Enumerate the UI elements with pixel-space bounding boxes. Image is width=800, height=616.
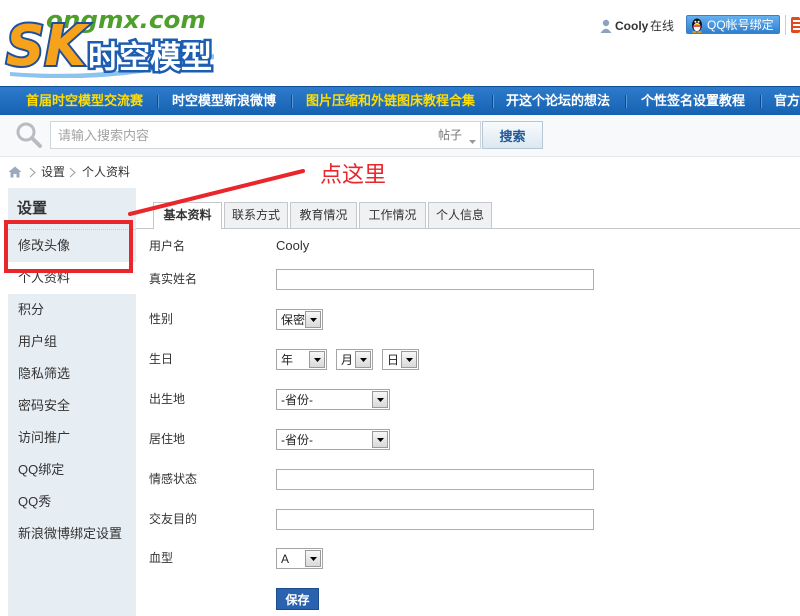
nav-separator [492, 95, 494, 108]
blood-type-selected: A [281, 552, 290, 566]
chevron-down-icon [469, 133, 476, 144]
residence-label: 居住地 [149, 432, 186, 446]
tab-work[interactable]: 工作情况 [359, 202, 426, 228]
search-scope-dropdown[interactable]: 帖子 [433, 122, 480, 148]
select-arrow-icon [355, 351, 371, 368]
tab-contact[interactable]: 联系方式 [224, 202, 288, 228]
nav-separator [157, 95, 159, 108]
realname-label: 真实姓名 [149, 272, 198, 286]
tab-education[interactable]: 教育情况 [290, 202, 357, 228]
search-icon [14, 121, 44, 149]
qq-bind-button[interactable]: QQ帐号绑定 [686, 15, 780, 34]
realname-input[interactable] [276, 269, 594, 290]
breadcrumb-current: 个人资料 [82, 165, 131, 179]
select-arrow-icon [309, 351, 325, 368]
select-arrow-icon [372, 431, 388, 448]
nav-separator [760, 95, 762, 108]
sidebar-item-weibo-bind[interactable]: 新浪微博绑定设置 [8, 518, 136, 550]
looking-for-input[interactable] [276, 509, 594, 530]
qq-penguin-icon [690, 17, 704, 33]
profile-tabs: 基本资料 联系方式 教育情况 工作情况 个人信息 [136, 202, 800, 229]
page: ongmx.com SK 时空模型 Cooly 在线 QQ帐号绑定 首届时空模型… [0, 0, 800, 616]
logo-graphic: ongmx.com SK 时空模型 [4, 5, 215, 82]
gender-label: 性别 [149, 312, 174, 326]
chevron-right-icon [69, 167, 76, 178]
search-box: 帖子 [50, 121, 481, 149]
breadcrumb: 设置 个人资料 [0, 160, 800, 186]
select-arrow-icon [305, 311, 321, 328]
residence-selected: -省份- [281, 433, 313, 447]
toolbar-divider [785, 15, 786, 35]
affective-status-input[interactable] [276, 469, 594, 490]
username-link[interactable]: Cooly [615, 19, 648, 33]
search-scope-label: 帖子 [438, 128, 463, 142]
residence-province-select[interactable]: -省份- [276, 429, 390, 450]
select-arrow-icon [305, 550, 321, 567]
sidebar-item-usergroup[interactable]: 用户组 [8, 326, 136, 358]
username-value: Cooly [276, 238, 310, 253]
affective-status-label: 情感状态 [149, 472, 198, 486]
site-header: ongmx.com SK 时空模型 Cooly 在线 QQ帐号绑定 [0, 0, 800, 86]
main-nav: 首届时空模型交流赛 时空模型新浪微博 图片压缩和外链图床教程合集 开这个论坛的想… [0, 86, 800, 115]
chevron-right-icon [29, 167, 36, 178]
logo-name-text: 时空模型 [88, 40, 212, 76]
search-button[interactable]: 搜索 [482, 121, 543, 149]
birth-month-selected: 月 [341, 353, 354, 367]
toolbar-extra-icon[interactable] [791, 17, 800, 33]
birth-year-selected: 年 [281, 353, 294, 367]
birth-day-selected: 日 [387, 353, 400, 367]
nav-separator [291, 95, 293, 108]
user-icon [600, 19, 612, 33]
home-icon[interactable] [8, 166, 22, 178]
birthplace-label: 出生地 [149, 392, 186, 406]
breadcrumb-settings[interactable]: 设置 [41, 165, 65, 179]
select-arrow-icon [372, 391, 388, 408]
nav-item-weibo[interactable]: 时空模型新浪微博 [172, 87, 276, 115]
birthday-label: 生日 [149, 352, 174, 366]
sidebar-item-privacy[interactable]: 隐私筛选 [8, 358, 136, 390]
sidebar-item-qq-show[interactable]: QQ秀 [8, 486, 136, 518]
nav-separator [625, 95, 627, 108]
logo-mark-text: SK [6, 14, 89, 78]
sidebar-item-qq-bind[interactable]: QQ绑定 [8, 454, 136, 486]
sidebar-item-avatar[interactable]: 修改头像 [8, 230, 136, 262]
profile-main: 基本资料 联系方式 教育情况 工作情况 个人信息 用户名 Cooly 真实姓名 … [136, 188, 800, 616]
username-label: 用户名 [149, 239, 186, 253]
tab-personal-info[interactable]: 个人信息 [428, 202, 492, 228]
sidebar-title: 设置 [17, 200, 48, 217]
birthplace-province-select[interactable]: -省份- [276, 389, 390, 410]
sidebar-item-promotion[interactable]: 访问推广 [8, 422, 136, 454]
search-bar: 帖子 搜索 [0, 115, 800, 157]
save-button[interactable]: 保存 [276, 588, 319, 610]
search-input[interactable] [51, 122, 431, 148]
settings-sidebar: 设置 修改头像 个人资料 积分 用户组 隐私筛选 密码安全 访问推广 QQ绑定 … [8, 188, 136, 616]
sidebar-item-password[interactable]: 密码安全 [8, 390, 136, 422]
gender-selected: 保密 [281, 313, 306, 327]
looking-for-label: 交友目的 [149, 512, 198, 526]
nav-item-official[interactable]: 官方 [774, 87, 800, 115]
sidebar-item-credits[interactable]: 积分 [8, 294, 136, 326]
qq-bind-label: QQ帐号绑定 [707, 18, 774, 32]
gender-select[interactable]: 保密 [276, 309, 323, 330]
nav-item-forum-idea[interactable]: 开这个论坛的想法 [506, 87, 610, 115]
birth-year-select[interactable]: 年 [276, 349, 327, 370]
online-status: 在线 [650, 19, 675, 33]
birthplace-selected: -省份- [281, 393, 313, 407]
site-logo[interactable]: ongmx.com SK 时空模型 [2, 2, 217, 82]
select-arrow-icon [401, 351, 417, 368]
nav-item-contest[interactable]: 首届时空模型交流赛 [26, 87, 143, 115]
sidebar-item-profile[interactable]: 个人资料 [8, 262, 136, 294]
birth-month-select[interactable]: 月 [336, 349, 373, 370]
nav-item-image-tutorial[interactable]: 图片压缩和外链图床教程合集 [306, 87, 475, 115]
nav-item-signature-tutorial[interactable]: 个性签名设置教程 [641, 87, 745, 115]
sidebar-menu: 修改头像 个人资料 积分 用户组 隐私筛选 密码安全 访问推广 QQ绑定 QQ秀… [8, 230, 136, 550]
tab-basic-info[interactable]: 基本资料 [153, 202, 222, 229]
blood-type-select[interactable]: A [276, 548, 323, 569]
blood-type-label: 血型 [149, 551, 174, 565]
birth-day-select[interactable]: 日 [382, 349, 419, 370]
